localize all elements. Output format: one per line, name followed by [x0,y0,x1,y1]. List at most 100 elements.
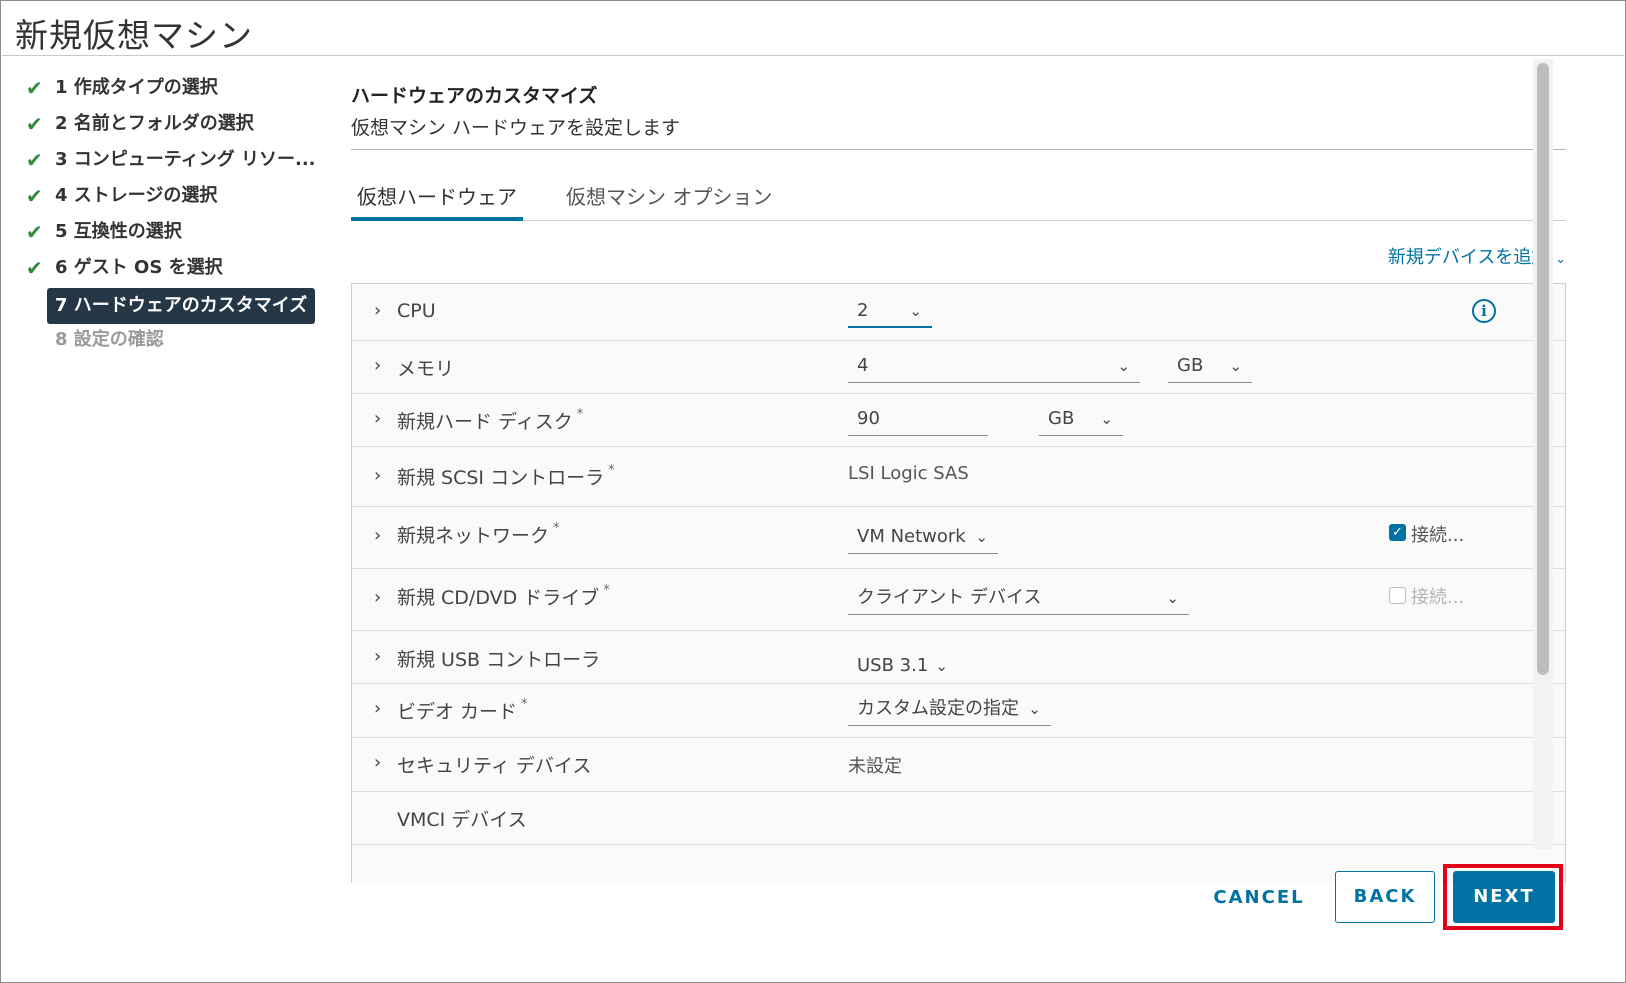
chevron-down-icon: ⌄ [909,302,922,320]
hw-row-cd-dvd: › 新規 CD/DVD ドライブ * クライアント デバイス ⌄ 接続... [352,569,1565,631]
step-label: 5 互換性の選択 [55,221,182,242]
step-label: 4 ストレージの選択 [55,185,218,206]
hw-row-security-device: › セキュリティ デバイス 未設定 [352,738,1565,792]
step-label: 1 作成タイプの選択 [55,77,218,98]
chevron-right-icon[interactable]: › [374,465,381,486]
memory-input[interactable]: 4 ⌄ [848,349,1140,383]
cd-dvd-connect-checkbox [1389,587,1406,604]
step-6[interactable]: ✔ 6 ゲスト OS を選択 [23,253,323,283]
scsi-type: LSI Logic SAS [848,463,969,484]
next-button-highlight [1443,864,1563,930]
chevron-right-icon[interactable]: › [374,646,381,667]
chevron-down-icon: ⌄ [975,528,988,546]
cancel-button[interactable]: CANCEL [1205,873,1313,925]
memory-unit-select[interactable]: GB ⌄ [1168,349,1252,383]
hw-label: 新規ハード ディスク * [397,407,584,433]
disk-unit-select[interactable]: GB ⌄ [1039,402,1123,436]
hw-row-vmci: VMCI デバイス [352,792,1565,845]
step-5[interactable]: ✔ 5 互換性の選択 [23,217,323,247]
video-card-select[interactable]: カスタム設定の指定 ⌄ [848,692,1051,726]
disk-size-input[interactable]: 90 [848,402,988,436]
step-label: 8 設定の確認 [55,329,164,350]
content-scrollbar[interactable] [1533,59,1553,849]
add-device-label: 新規デバイスを追加 [1387,247,1550,268]
chevron-down-icon: ⌄ [935,657,948,675]
dialog-title: 新規仮想マシン [15,16,253,55]
step-7-active[interactable]: 7 ハードウェアのカスタマイズ [23,288,323,324]
page-title: ハードウェアのカスタマイズ [351,85,598,107]
hw-label: メモリ [397,358,455,380]
hw-row-network: › 新規ネットワーク * VM Network ⌄ ✓ 接続... [352,507,1565,569]
chevron-right-icon[interactable]: › [374,752,381,773]
memory-unit: GB [1177,355,1204,376]
tab-virtual-hardware[interactable]: 仮想ハードウェア [351,175,523,221]
chevron-down-icon: ⌄ [1100,410,1113,428]
hw-label: CPU [397,300,436,322]
step-label: 7 ハードウェアのカスタマイズ [47,288,316,324]
hw-label: 新規 SCSI コントローラ * [397,463,615,489]
info-icon[interactable]: i [1472,299,1496,323]
connect-label: 接続... [1411,525,1465,546]
network-select[interactable]: VM Network ⌄ [848,520,998,554]
cpu-value: 2 [857,300,869,321]
connect-label: 接続... [1411,587,1465,608]
chevron-down-icon: ⌄ [1166,589,1179,607]
check-icon: ✔ [26,220,43,244]
step-3[interactable]: ✔ 3 コンピューティング リソー... [23,145,323,175]
video-card-value: カスタム設定の指定 [857,698,1019,719]
cd-dvd-value: クライアント デバイス [857,587,1042,608]
scrollbar-thumb[interactable] [1537,63,1549,675]
tab-bar: 仮想ハードウェア 仮想マシン オプション [351,175,1566,221]
chevron-right-icon[interactable]: › [374,587,381,608]
network-connect-checkbox[interactable]: ✓ [1389,524,1406,541]
hw-label: ビデオ カード * [397,697,528,723]
chevron-right-icon[interactable]: › [374,355,381,376]
security-value: 未設定 [848,756,902,777]
step-2[interactable]: ✔ 2 名前とフォルダの選択 [23,109,323,139]
hw-label: セキュリティ デバイス [397,755,592,777]
step-label: 2 名前とフォルダの選択 [55,113,254,134]
chevron-right-icon[interactable]: › [374,408,381,429]
hw-label: VMCI デバイス [397,809,527,831]
hw-row-cpu: › CPU 2 ⌄ i [352,284,1565,341]
hw-row-memory: › メモリ 4 ⌄ GB ⌄ [352,341,1565,394]
disk-unit: GB [1048,408,1075,429]
chevron-down-icon: ⌄ [1229,357,1242,375]
check-icon: ✔ [26,148,43,172]
step-8: 8 設定の確認 [23,325,323,355]
step-1[interactable]: ✔ 1 作成タイプの選択 [23,73,323,103]
hw-row-hard-disk: › 新規ハード ディスク * 90 GB ⌄ [352,394,1565,447]
hw-label: 新規 USB コントローラ [397,649,601,671]
tab-vm-options[interactable]: 仮想マシン オプション [566,175,772,221]
check-icon: ✔ [26,256,43,280]
hw-row-usb: › 新規 USB コントローラ USB 3.1 ⌄ [352,631,1565,684]
memory-value: 4 [857,355,869,376]
back-button[interactable]: BACK [1335,871,1435,923]
usb-value: USB 3.1 [857,655,929,676]
step-4[interactable]: ✔ 4 ストレージの選択 [23,181,323,211]
step-label: 3 コンピューティング リソー... [55,149,316,170]
hardware-list: › CPU 2 ⌄ i › メモリ 4 ⌄ GB ⌄ › 新規ハード ディスク … [351,283,1566,883]
hw-row-scsi: › 新規 SCSI コントローラ * LSI Logic SAS [352,447,1565,507]
title-divider [2,55,1624,56]
chevron-right-icon[interactable]: › [374,698,381,719]
chevron-right-icon[interactable]: › [374,300,381,321]
page-subtitle: 仮想マシン ハードウェアを設定します [351,117,681,139]
network-value: VM Network [857,526,966,547]
chevron-down-icon: ⌄ [1117,357,1130,375]
check-icon: ✔ [26,112,43,136]
hw-row-video-card: › ビデオ カード * カスタム設定の指定 ⌄ [352,684,1565,738]
chevron-right-icon[interactable]: › [374,525,381,546]
hw-label: 新規ネットワーク * [397,521,560,547]
disk-size-value: 90 [857,408,880,429]
hw-label: 新規 CD/DVD ドライブ * [397,583,610,609]
header-divider [351,149,1566,150]
cpu-select[interactable]: 2 ⌄ [848,294,932,328]
new-vm-dialog: 新規仮想マシン ✔ 1 作成タイプの選択 ✔ 2 名前とフォルダの選択 ✔ 3 … [0,0,1626,983]
chevron-down-icon: ⌄ [1555,252,1566,267]
chevron-down-icon: ⌄ [1028,700,1041,718]
check-icon: ✔ [26,184,43,208]
step-label: 6 ゲスト OS を選択 [55,257,223,278]
cd-dvd-select[interactable]: クライアント デバイス ⌄ [848,581,1189,615]
usb-select[interactable]: USB 3.1 ⌄ [848,649,958,683]
